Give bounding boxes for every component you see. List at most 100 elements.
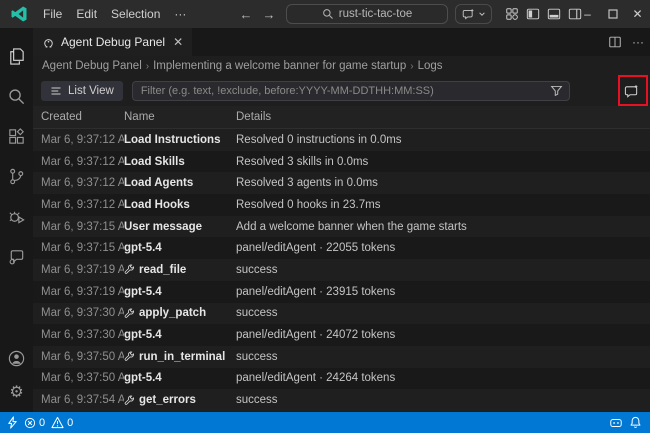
split-editor-icon[interactable]: [608, 35, 622, 49]
tool-icon: [124, 395, 135, 406]
row-name-label: Load Instructions: [124, 134, 220, 146]
warning-icon: [51, 416, 64, 429]
column-header-created: Created: [33, 111, 124, 123]
table-row[interactable]: Mar 6, 9:37:19 AMread_filesuccess: [33, 259, 650, 281]
extensions-icon[interactable]: [0, 116, 33, 156]
row-created: Mar 6, 9:37:30 AM: [33, 307, 124, 319]
toggle-panel-icon[interactable]: [547, 7, 561, 21]
table-row[interactable]: Mar 6, 9:37:50 AMrun_in_terminalsuccess: [33, 346, 650, 368]
breadcrumb: Agent Debug Panel › Implementing a welco…: [33, 56, 650, 76]
copilot-chat-icon: [462, 8, 475, 21]
manage-gear-icon[interactable]: ⚙: [0, 375, 33, 408]
accounts-icon[interactable]: [0, 342, 33, 375]
problems-warnings[interactable]: 0: [46, 412, 78, 433]
table-row[interactable]: Mar 6, 9:37:12 AMLoad Instructions Resolv…: [33, 129, 650, 151]
breadcrumb-item-session[interactable]: Implementing a welcome banner for game s…: [153, 60, 406, 72]
copilot-status-icon[interactable]: [609, 416, 623, 430]
nav-forward-button[interactable]: →: [259, 0, 279, 28]
table-row[interactable]: Mar 6, 9:37:12 AMLoad HooksResolved 0 ho…: [33, 194, 650, 216]
activity-bar: ⚙: [0, 28, 33, 412]
table-row[interactable]: Mar 6, 9:37:15 AMgpt-5.4panel/editAgent …: [33, 237, 650, 259]
log-toolbar: List View: [33, 76, 650, 106]
window-controls: – ✕: [575, 0, 650, 28]
row-name-label: gpt-5.4: [124, 372, 162, 384]
list-icon: [50, 85, 62, 97]
menu-selection[interactable]: Selection: [104, 4, 167, 24]
row-created: Mar 6, 9:37:12 AM: [33, 134, 124, 146]
chat-sidebar-icon[interactable]: [0, 236, 33, 276]
row-created: Mar 6, 9:37:15 AM: [33, 221, 124, 233]
row-created: Mar 6, 9:37:19 AM: [33, 286, 124, 298]
column-header-details: Details: [236, 111, 650, 123]
command-center-search[interactable]: rust-tic-tac-toe: [286, 4, 448, 24]
row-name-label: run_in_terminal: [139, 351, 225, 363]
tab-label: Agent Debug Panel: [61, 35, 165, 49]
layout-controls: [505, 0, 582, 28]
row-details: Resolved 0 hooks in 23.7ms: [236, 199, 650, 211]
run-debug-icon[interactable]: [0, 196, 33, 236]
nav-back-button[interactable]: ←: [236, 0, 256, 28]
row-name-label: Load Hooks: [124, 199, 190, 211]
row-name-label: read_file: [139, 264, 186, 276]
close-button[interactable]: ✕: [625, 0, 650, 28]
breadcrumb-separator: ›: [146, 61, 149, 72]
table-row[interactable]: Mar 6, 9:37:19 AMgpt-5.4panel/editAgent …: [33, 281, 650, 303]
minimize-button[interactable]: –: [575, 0, 600, 28]
tab-close-icon[interactable]: ✕: [173, 35, 183, 49]
chat-action-button[interactable]: [618, 78, 644, 104]
table-row[interactable]: Mar 6, 9:37:15 AMUser messageAdd a welco…: [33, 216, 650, 238]
list-view-button[interactable]: List View: [41, 81, 123, 101]
vscode-logo-icon: [10, 5, 28, 23]
customize-layout-icon[interactable]: [505, 7, 519, 21]
table-row[interactable]: Mar 6, 9:37:50 AMgpt-5.4panel/editAgent …: [33, 368, 650, 390]
row-name: gpt-5.4: [124, 286, 236, 298]
row-name: Load Instructions: [124, 134, 236, 146]
row-name-label: apply_patch: [139, 307, 206, 319]
table-row[interactable]: Mar 6, 9:37:12 AMLoad AgentsResolved 3 a…: [33, 172, 650, 194]
row-details: Resolved 0 instructions in 0.0ms: [236, 134, 650, 146]
source-control-icon[interactable]: [0, 156, 33, 196]
row-name: gpt-5.4: [124, 242, 236, 254]
row-details: success: [236, 264, 650, 276]
maximize-button[interactable]: [600, 0, 625, 28]
menu-edit[interactable]: Edit: [69, 4, 104, 24]
breadcrumb-item-panel[interactable]: Agent Debug Panel: [42, 60, 142, 72]
agent-debug-icon: [42, 36, 55, 49]
row-name: gpt-5.4: [124, 372, 236, 384]
row-created: Mar 6, 9:37:15 AM: [33, 242, 124, 254]
tool-icon: [124, 264, 135, 275]
row-name: run_in_terminal: [124, 351, 236, 363]
filter-funnel-icon[interactable]: [550, 84, 563, 97]
row-name-label: Load Skills: [124, 156, 185, 168]
row-created: Mar 6, 9:37:50 AM: [33, 372, 124, 384]
table-row[interactable]: Mar 6, 9:37:30 AMgpt-5.4panel/editAgent …: [33, 324, 650, 346]
filter-input[interactable]: [132, 81, 570, 101]
tool-icon: [124, 308, 135, 319]
table-row[interactable]: Mar 6, 9:37:12 AMLoad SkillsResolved 3 s…: [33, 151, 650, 173]
search-icon: [322, 8, 334, 20]
explorer-icon[interactable]: [0, 36, 33, 76]
menu-file[interactable]: File: [36, 4, 69, 24]
search-sidebar-icon[interactable]: [0, 76, 33, 116]
toggle-primary-sidebar-icon[interactable]: [526, 7, 540, 21]
row-name-label: gpt-5.4: [124, 242, 162, 254]
row-details: Add a welcome banner when the game start…: [236, 221, 650, 233]
chat-bubble-icon: [624, 84, 639, 99]
table-header: Created Name Details: [33, 106, 650, 129]
copilot-titlebar-button[interactable]: [455, 4, 492, 24]
notifications-bell-icon[interactable]: [629, 416, 642, 429]
search-value: rust-tic-tac-toe: [339, 8, 413, 20]
editor-more-actions[interactable]: ···: [632, 35, 644, 49]
tab-agent-debug-panel[interactable]: Agent Debug Panel ✕: [33, 28, 192, 56]
table-row[interactable]: Mar 6, 9:37:54 AMget_errorssuccess: [33, 389, 650, 411]
row-created: Mar 6, 9:37:54 AM: [33, 394, 124, 406]
tool-icon: [124, 351, 135, 362]
row-details: panel/editAgent · 23915 tokens: [236, 286, 650, 298]
table-row[interactable]: Mar 6, 9:37:30 AMapply_patchsuccess: [33, 303, 650, 325]
row-name-label: get_errors: [139, 394, 196, 406]
menu-more[interactable]: ···: [167, 4, 193, 24]
row-name-label: gpt-5.4: [124, 329, 162, 341]
remote-indicator-icon[interactable]: [6, 416, 19, 429]
breadcrumb-item-logs[interactable]: Logs: [418, 60, 443, 72]
row-name: Load Agents: [124, 177, 236, 189]
